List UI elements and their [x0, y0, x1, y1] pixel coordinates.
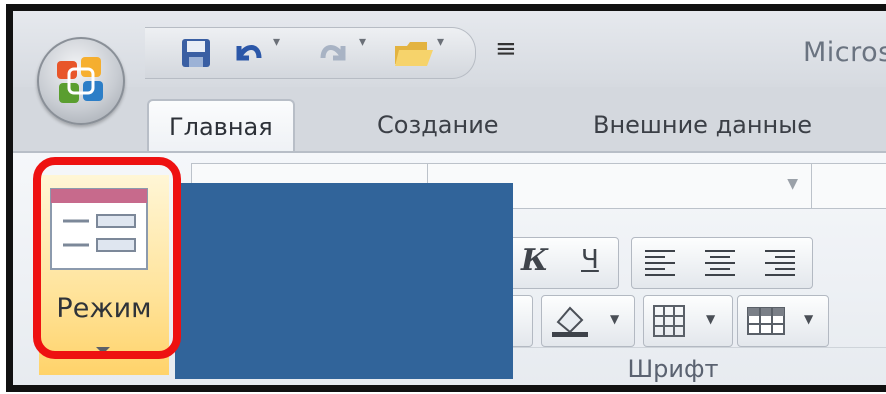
open-dropdown-icon[interactable]: ▾ [437, 34, 444, 50]
save-icon [182, 39, 210, 67]
undo-button[interactable] [231, 36, 265, 70]
font-group-label: Шрифт [627, 355, 719, 383]
gridlines-button[interactable]: ▼ [643, 295, 733, 347]
redo-icon [320, 45, 346, 61]
application-window: ▾ ▾ ▾ ≡ Microsoft Главная Создание Внешн… [6, 4, 886, 392]
undo-icon [236, 45, 262, 61]
chevron-down-icon: ▼ [787, 176, 798, 192]
quick-access-toolbar: ▾ ▾ ▾ ≡ [145, 27, 517, 79]
office-logo-icon [57, 57, 103, 103]
font-size-dropdown[interactable] [811, 163, 886, 209]
overlay-blue-box [175, 183, 513, 379]
undo-dropdown-icon[interactable]: ▾ [273, 34, 280, 50]
tab-home[interactable]: Главная [147, 99, 295, 153]
align-right-icon[interactable] [763, 247, 797, 277]
fill-color-icon [552, 306, 588, 337]
align-center-icon[interactable] [703, 247, 737, 277]
dropdown-menu-panel [47, 387, 513, 392]
office-button[interactable] [37, 37, 125, 125]
tab-external-data[interactable]: Внешние данные [573, 99, 832, 151]
highlight-annotation [33, 157, 181, 359]
customize-qat-icon[interactable]: ≡ [495, 34, 517, 64]
group-divider [513, 347, 886, 348]
italic-button[interactable]: К [521, 243, 548, 278]
chevron-down-icon: ▼ [706, 312, 716, 326]
alternate-row-color-button[interactable]: ▼ [737, 295, 829, 347]
fill-color-button[interactable]: ▼ [541, 295, 635, 347]
gridlines-icon [653, 305, 685, 337]
underline-button[interactable]: Ч [581, 245, 599, 275]
ribbon-tabs: Главная Создание Внешние данные [13, 87, 886, 153]
window-title: Microsoft [803, 37, 886, 68]
align-left-icon[interactable] [643, 247, 677, 277]
save-button[interactable] [179, 36, 213, 70]
chevron-down-icon: ▼ [804, 312, 814, 326]
open-button[interactable] [393, 36, 435, 70]
chevron-down-icon: ▼ [610, 312, 620, 326]
redo-button[interactable] [317, 36, 351, 70]
redo-dropdown-icon[interactable]: ▾ [359, 34, 366, 50]
tab-create[interactable]: Создание [357, 99, 519, 151]
open-folder-icon [395, 42, 433, 66]
alternate-row-color-icon [747, 307, 785, 335]
